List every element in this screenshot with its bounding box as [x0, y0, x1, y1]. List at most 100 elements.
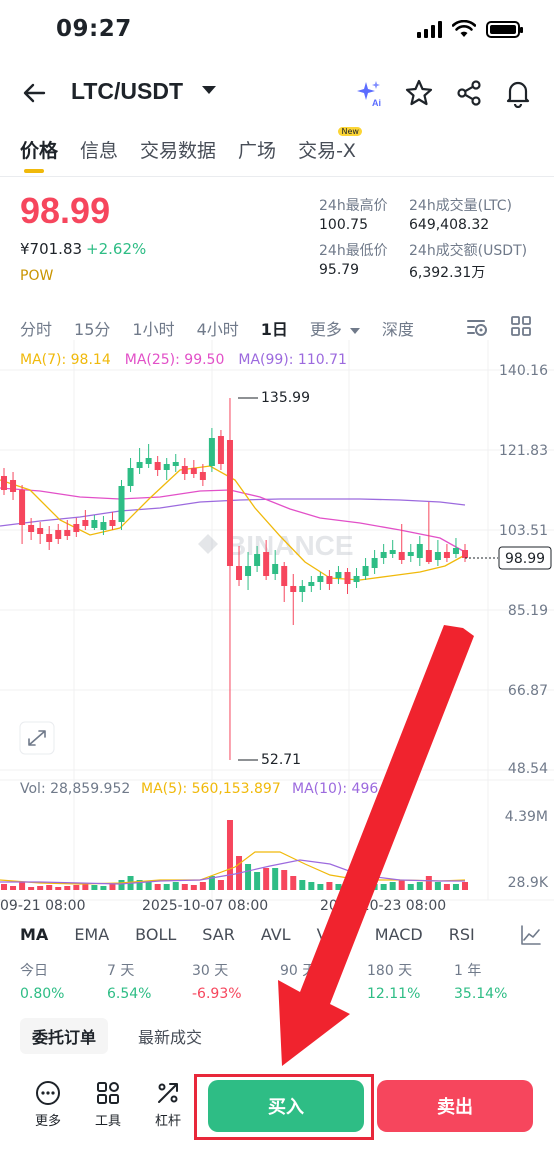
tab-square[interactable]: 广场 — [238, 136, 276, 163]
candle-body — [416, 544, 423, 558]
interval-timeline[interactable]: 分时 — [20, 316, 52, 340]
pair-title[interactable]: LTC/USDT — [71, 78, 183, 105]
star-icon[interactable] — [404, 78, 434, 108]
interval-4h[interactable]: 4小时 — [197, 316, 239, 340]
interval-1d[interactable]: 1日 — [261, 316, 288, 340]
more-button[interactable]: 更多 — [28, 1080, 68, 1129]
volume-bar — [199, 882, 206, 890]
volume-bar — [425, 876, 432, 890]
candle-body — [226, 440, 233, 566]
kline-chart[interactable]: BINANCE 135.99 52.71 98.99 140.16 121.83… — [0, 340, 554, 915]
candle-body — [362, 566, 369, 576]
candle-body — [91, 520, 98, 528]
candle-body — [462, 550, 468, 558]
price-cny-row: ¥701.83 +2.62% — [20, 240, 146, 258]
bell-icon[interactable] — [503, 78, 533, 108]
ai-sparkle-icon[interactable]: Ai — [354, 78, 384, 108]
leverage-button[interactable]: 杠杆 — [148, 1080, 188, 1129]
indicator-vol[interactable]: VOL — [317, 925, 349, 944]
tab-trade-x[interactable]: 交易-X New — [298, 127, 362, 163]
ma25-label: MA(25): 99.50 — [124, 352, 225, 368]
volume-bar — [272, 868, 279, 890]
draw-icon[interactable] — [520, 924, 542, 946]
volume-bar — [281, 870, 288, 890]
indicator-boll[interactable]: BOLL — [135, 925, 176, 944]
interval-more[interactable]: 更多 — [310, 316, 360, 340]
sell-button[interactable]: 卖出 — [377, 1080, 533, 1132]
interval-15m[interactable]: 15分 — [74, 316, 110, 340]
chart-settings-icon[interactable] — [466, 316, 490, 338]
indicator-ema[interactable]: EMA — [74, 925, 109, 944]
volume-bar — [190, 885, 197, 890]
indicator-sar[interactable]: SAR — [202, 925, 235, 944]
volume-bar — [172, 882, 179, 890]
indicator-avl[interactable]: AVL — [261, 925, 291, 944]
tab-info[interactable]: 信息 — [80, 136, 118, 163]
stat-label: 24h成交量(LTC) — [409, 198, 512, 214]
indicator-ma[interactable]: MA — [20, 925, 48, 944]
candle-body — [64, 530, 71, 536]
candle-body — [254, 554, 261, 566]
candle-body — [190, 468, 197, 474]
volume-bar — [434, 882, 441, 890]
candle-body — [281, 566, 288, 586]
volume-bar — [100, 886, 107, 890]
candle-body — [46, 534, 53, 542]
candle-body — [10, 480, 17, 492]
candle-body — [19, 490, 26, 525]
price-axis-label: 140.16 — [499, 363, 548, 379]
tab-trading-data[interactable]: 交易数据 — [140, 136, 216, 163]
price-axis-label: 48.54 — [508, 761, 548, 777]
volume-bar — [109, 884, 116, 890]
interval-depth[interactable]: 深度 — [382, 316, 414, 340]
interval-1h[interactable]: 1小时 — [132, 316, 174, 340]
perf-7d: 7 天 6.54% — [107, 960, 151, 1002]
perf-value: -6.93% — [192, 986, 242, 1002]
ma7-label: MA(7): 98.14 — [20, 352, 111, 368]
pair-dropdown-caret-icon[interactable] — [202, 86, 216, 94]
price-axis-label: 66.87 — [508, 683, 548, 699]
current-price-label: 98.99 — [505, 551, 545, 567]
candle-body — [109, 520, 116, 526]
candle-body — [136, 462, 143, 468]
tab-price[interactable]: 价格 — [20, 136, 58, 173]
price-axis: 140.16 121.83 103.51 85.19 66.87 48.54 — [499, 363, 548, 777]
more-label: 更多 — [34, 1114, 61, 1129]
expand-icon[interactable] — [19, 721, 55, 755]
tab-open-orders[interactable]: 委托订单 — [20, 1018, 109, 1054]
tools-button[interactable]: 工具 — [88, 1080, 128, 1129]
stat-label: 24h最高价 — [319, 198, 388, 214]
indicator-macd[interactable]: MACD — [375, 925, 423, 944]
stat-24h-volume: 24h成交量(LTC) 649,408.32 — [409, 195, 512, 233]
perf-value: -9 — [280, 986, 294, 1002]
more-icon — [36, 1081, 60, 1105]
candle-body — [127, 468, 134, 486]
candle-body — [154, 462, 161, 470]
candle-body — [389, 550, 396, 554]
candle-body — [371, 558, 378, 568]
candle-body — [317, 576, 324, 582]
volume-legend: Vol: 28,859.952 MA(5): 560,153.897 MA(10… — [20, 781, 392, 797]
pow-tag[interactable]: POW — [20, 268, 53, 284]
back-arrow-icon[interactable] — [20, 78, 50, 108]
candle-body — [245, 566, 252, 576]
share-icon[interactable] — [454, 78, 484, 108]
grid-icon[interactable] — [511, 316, 531, 336]
watermark: BINANCE — [198, 530, 354, 561]
volume-bar — [46, 885, 53, 890]
interval-bar: 分时 15分 1小时 4小时 1日 更多 深度 — [20, 316, 436, 340]
last-price: 98.99 — [20, 190, 111, 231]
volume-bar — [73, 885, 80, 890]
buy-button[interactable]: 买入 — [208, 1080, 364, 1132]
candle-body — [407, 552, 414, 556]
volume-bar — [181, 884, 188, 890]
wifi-icon — [452, 20, 476, 37]
indicator-rsi[interactable]: RSI — [449, 925, 475, 944]
candle-body — [73, 524, 80, 532]
svg-text:Ai: Ai — [372, 98, 381, 108]
tab-latest-trades[interactable]: 最新成交 — [126, 1018, 214, 1054]
caret-down-icon — [349, 327, 360, 334]
perf-today: 今日 0.80% — [20, 960, 64, 1002]
battery-icon — [486, 20, 523, 38]
perf-value: 12.11% — [367, 986, 421, 1002]
